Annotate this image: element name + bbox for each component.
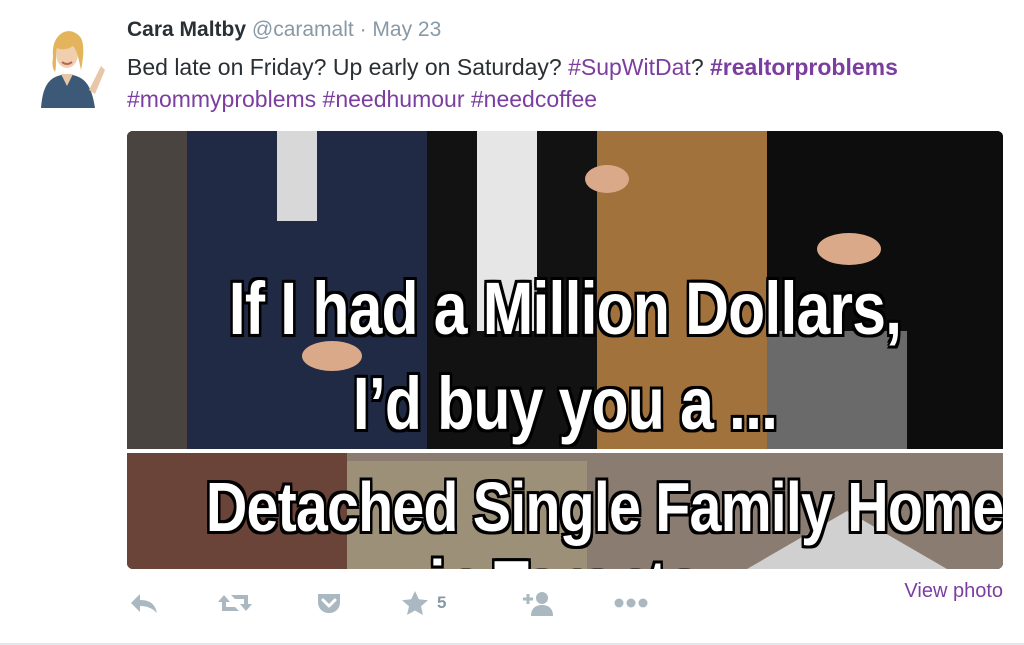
favorite-count: 5 [437, 593, 447, 612]
header-separator: · [353, 18, 373, 41]
view-photo-link[interactable]: View photo [904, 580, 1003, 603]
meme-text-line-4: in Toronto [206, 545, 924, 569]
add-user-icon [523, 592, 553, 616]
author-name[interactable]: Cara Maltby [127, 18, 246, 41]
hashtag-realtorproblems[interactable]: #realtorproblems [710, 54, 898, 80]
reply-button[interactable] [129, 585, 159, 621]
retweet-icon [218, 595, 252, 611]
author-handle[interactable]: @caramalt [252, 18, 354, 41]
favorite-button[interactable]: 5 [401, 585, 446, 621]
avatar[interactable] [31, 20, 105, 108]
tweet-header: Cara Maltby @caramalt · May 23 [127, 18, 441, 42]
tweet-text-mid: ? [690, 54, 710, 80]
tweet-photo[interactable]: If I had a Million Dollars, I’d buy you … [127, 131, 1003, 569]
more-dots-icon [614, 598, 648, 608]
meme-text-line-2: I’d buy you a ... [352, 362, 778, 445]
tweet: Cara Maltby @caramalt · May 23 Bed late … [0, 0, 1024, 645]
star-icon [402, 591, 428, 615]
meme-text-line-1: If I had a Million Dollars, [228, 267, 902, 350]
hashtag-needhumour[interactable]: #needhumour [323, 86, 465, 112]
hashtag-supwitdat[interactable]: #SupWitDat [568, 54, 691, 80]
tweet-actions: 5 [127, 585, 1007, 621]
tweet-text-prefix: Bed late on Friday? Up early on Saturday… [127, 54, 569, 80]
pocket-icon [318, 594, 340, 613]
more-button[interactable] [613, 585, 649, 621]
retweet-button[interactable] [217, 585, 253, 621]
follow-button[interactable] [519, 585, 555, 621]
tweet-date[interactable]: May 23 [372, 18, 441, 41]
hashtag-mommyproblems[interactable]: #mommyproblems [127, 86, 316, 112]
reply-icon [131, 594, 157, 613]
hashtag-needcoffee[interactable]: #needcoffee [471, 86, 597, 112]
meme-text-line-3: Detached Single Family Home [205, 468, 1003, 546]
pocket-button[interactable] [315, 585, 343, 621]
tweet-text: Bed late on Friday? Up early on Saturday… [127, 51, 1007, 115]
